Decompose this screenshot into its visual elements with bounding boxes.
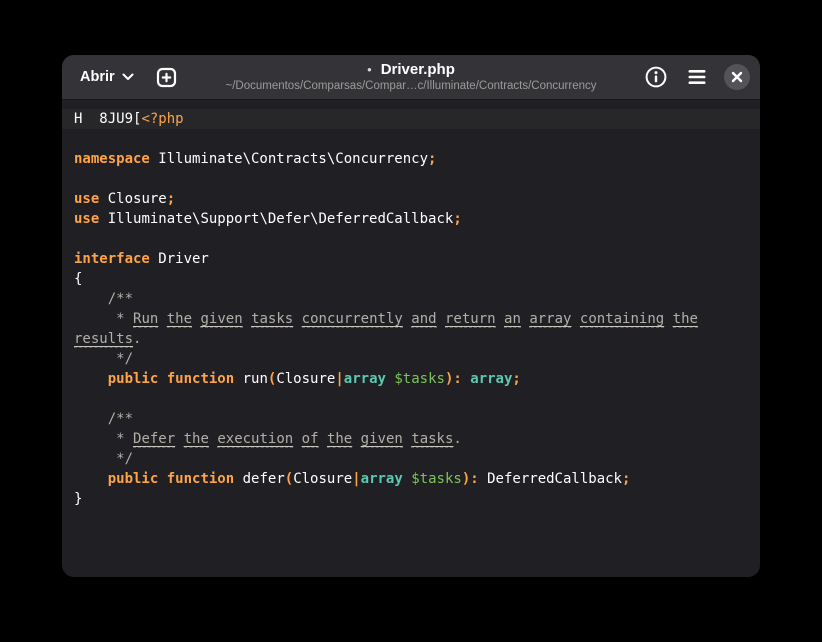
code-line: */ [62, 449, 760, 469]
chevron-down-icon [122, 73, 134, 81]
code-line: * Defer the execution of the given tasks… [62, 429, 760, 449]
code-line: */ [62, 349, 760, 369]
code-line: * Run the given tasks concurrently and r… [62, 309, 760, 329]
code-line: { [62, 269, 760, 289]
code-line: public function defer(Closure|array $tas… [62, 469, 760, 489]
code-line [62, 229, 760, 249]
close-icon [731, 71, 743, 83]
tab-new-icon [156, 67, 177, 88]
code-line [62, 389, 760, 409]
open-button[interactable]: Abrir [76, 63, 138, 91]
window-title: Driver.php [381, 61, 455, 78]
code-line: /** [62, 289, 760, 309]
info-button[interactable] [642, 63, 670, 91]
main-menu-button[interactable] [685, 67, 709, 87]
code-line: results. [62, 329, 760, 349]
text-editor-window: Abrir •Driver.php ~/Documentos/Comparsas… [62, 55, 760, 577]
code-line: } [62, 489, 760, 509]
code-line: /** [62, 409, 760, 429]
hamburger-menu-icon [687, 69, 707, 85]
modified-indicator-dot: • [367, 62, 372, 77]
new-tab-button[interactable] [154, 65, 179, 90]
code-line [62, 129, 760, 149]
code-line: use Illuminate\Support\Defer\DeferredCal… [62, 209, 760, 229]
headerbar-left-group: Abrir [62, 63, 179, 91]
headerbar: Abrir •Driver.php ~/Documentos/Comparsas… [62, 55, 760, 100]
code-line: namespace Illuminate\Contracts\Concurren… [62, 149, 760, 169]
code-line: public function run(Closure|array $tasks… [62, 369, 760, 389]
code-line [62, 169, 760, 189]
open-button-label: Abrir [80, 69, 115, 85]
code-line: interface Driver [62, 249, 760, 269]
code-line: H 8JU9[<?php [62, 109, 760, 129]
close-button[interactable] [724, 64, 750, 90]
info-icon [644, 65, 668, 89]
headerbar-right-group [642, 63, 760, 91]
code-editor[interactable]: H 8JU9[<?php namespace Illuminate\Contrac… [62, 101, 760, 577]
code-line: use Closure; [62, 189, 760, 209]
